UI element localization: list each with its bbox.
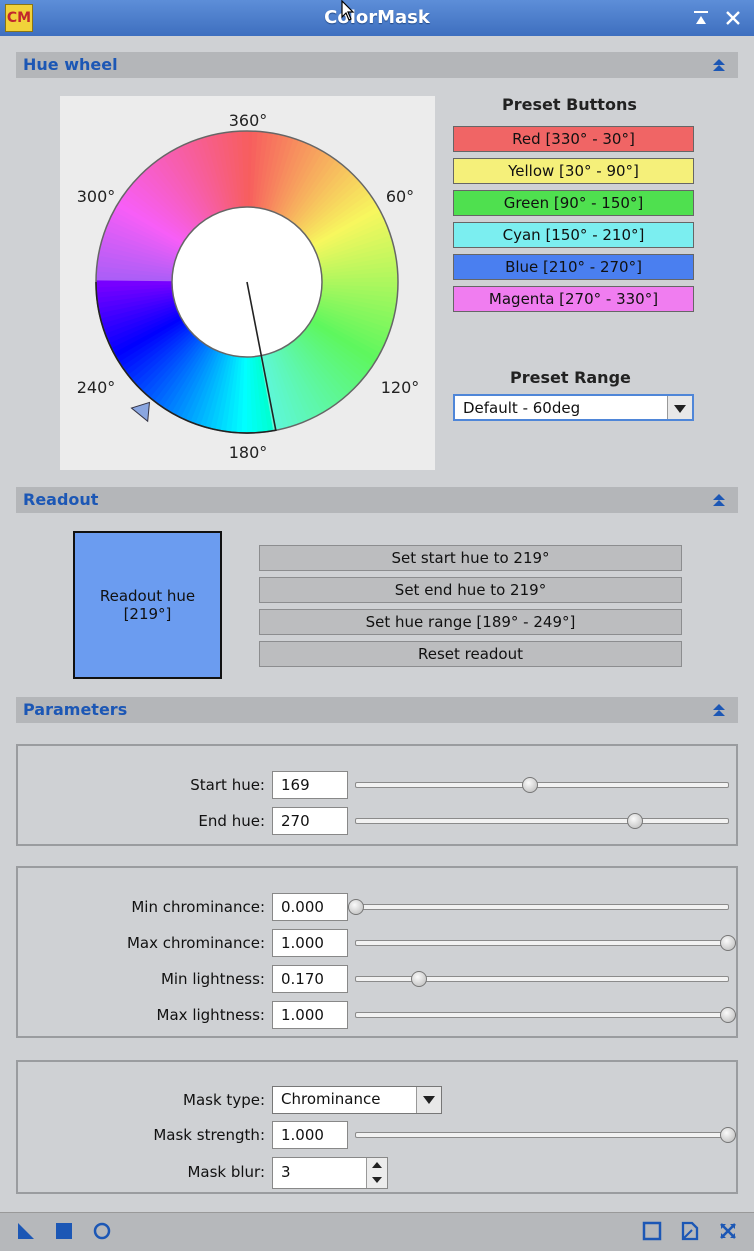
min-chrominance-slider[interactable] xyxy=(348,899,729,915)
min-chrominance-label: Min chrominance: xyxy=(131,898,265,916)
title-bar[interactable]: CM ColorMask xyxy=(0,0,754,37)
hue-label-120: 120° xyxy=(381,378,420,397)
collapse-up-icon[interactable] xyxy=(710,56,728,74)
min-chrominance-input[interactable]: 0.000 xyxy=(272,893,348,921)
max-lightness-input[interactable]: 1.000 xyxy=(272,1001,348,1029)
max-chrominance-slider[interactable] xyxy=(355,935,736,951)
hue-label-240: 240° xyxy=(77,378,116,397)
preset-range-select[interactable]: Default - 60deg xyxy=(453,394,694,421)
new-instance-icon[interactable] xyxy=(16,1221,36,1241)
spin-up-icon[interactable] xyxy=(366,1158,387,1174)
section-parameters[interactable]: Parameters xyxy=(16,697,738,723)
hue-group xyxy=(16,744,738,846)
hue-label-300: 300° xyxy=(77,187,116,206)
section-title: Hue wheel xyxy=(23,55,118,74)
slider-knob[interactable] xyxy=(348,899,364,915)
max-lightness-label: Max lightness: xyxy=(156,1006,265,1024)
collapse-up-icon[interactable] xyxy=(710,701,728,719)
mask-type-value: Chrominance xyxy=(281,1090,381,1108)
set-start-hue-button[interactable]: Set start hue to 219° xyxy=(259,545,682,571)
preset-magenta-button[interactable]: Magenta [270° - 330°] xyxy=(453,286,694,312)
preset-buttons-title: Preset Buttons xyxy=(502,95,637,114)
mask-blur-value[interactable]: 3 xyxy=(281,1163,291,1181)
max-chrominance-label: Max chrominance: xyxy=(126,934,265,952)
apply-icon[interactable] xyxy=(92,1221,112,1241)
max-lightness-slider[interactable] xyxy=(355,1007,736,1023)
min-lightness-input[interactable]: 0.170 xyxy=(272,965,348,993)
collapse-up-icon[interactable] xyxy=(710,491,728,509)
start-hue-input[interactable]: 169 xyxy=(272,771,348,799)
reset-icon[interactable] xyxy=(680,1221,700,1241)
mask-type-select[interactable]: Chrominance xyxy=(272,1086,442,1114)
preset-cyan-button[interactable]: Cyan [150° - 210°] xyxy=(453,222,694,248)
shade-icon[interactable] xyxy=(692,9,710,27)
min-lightness-label: Min lightness: xyxy=(160,970,265,988)
mask-strength-label: Mask strength: xyxy=(153,1126,265,1144)
mask-strength-slider[interactable] xyxy=(355,1127,736,1143)
min-lightness-slider[interactable] xyxy=(355,971,729,987)
readout-swatch-label: Readout hue xyxy=(99,587,196,605)
section-readout[interactable]: Readout xyxy=(16,487,738,513)
hue-label-180: 180° xyxy=(229,443,268,462)
mask-strength-input[interactable]: 1.000 xyxy=(272,1121,348,1149)
readout-swatch: Readout hue [219°] xyxy=(73,531,222,679)
readout-swatch-value: [219°] xyxy=(123,605,172,623)
hue-label-360: 360° xyxy=(229,111,268,130)
end-hue-input[interactable]: 270 xyxy=(272,807,348,835)
preset-range-title: Preset Range xyxy=(510,368,631,387)
close-icon[interactable] xyxy=(718,1221,738,1241)
chevron-down-icon[interactable] xyxy=(416,1087,441,1113)
close-window-icon[interactable] xyxy=(724,9,742,27)
section-title: Parameters xyxy=(23,700,128,719)
start-hue-slider[interactable] xyxy=(355,777,729,793)
slider-knob[interactable] xyxy=(720,1007,736,1023)
preset-red-button[interactable]: Red [330° - 30°] xyxy=(453,126,694,152)
slider-knob[interactable] xyxy=(720,935,736,951)
hue-label-60: 60° xyxy=(386,187,414,206)
end-hue-slider[interactable] xyxy=(355,813,729,829)
chevron-down-icon[interactable] xyxy=(667,396,692,419)
preset-range-value: Default - 60deg xyxy=(463,399,581,417)
mask-type-label: Mask type: xyxy=(183,1091,265,1109)
preset-green-button[interactable]: Green [90° - 150°] xyxy=(453,190,694,216)
section-title: Readout xyxy=(23,490,99,509)
browse-doc-icon[interactable] xyxy=(642,1221,662,1241)
window-title: ColorMask xyxy=(324,7,430,28)
mouse-cursor-icon xyxy=(341,0,355,21)
preset-yellow-button[interactable]: Yellow [30° - 90°] xyxy=(453,158,694,184)
end-hue-label: End hue: xyxy=(198,812,265,830)
mask-blur-label: Mask blur: xyxy=(187,1163,265,1181)
start-hue-label: Start hue: xyxy=(190,776,265,794)
set-end-hue-button[interactable]: Set end hue to 219° xyxy=(259,577,682,603)
slider-knob[interactable] xyxy=(627,813,643,829)
spin-down-icon[interactable] xyxy=(366,1173,387,1188)
apply-global-icon[interactable] xyxy=(54,1221,74,1241)
bottom-toolbar xyxy=(0,1212,754,1251)
hue-wheel[interactable]: 360° 60° 120° 180° 240° 300° xyxy=(60,96,435,470)
section-hue-wheel[interactable]: Hue wheel xyxy=(16,52,738,78)
slider-knob[interactable] xyxy=(720,1127,736,1143)
preset-blue-button[interactable]: Blue [210° - 270°] xyxy=(453,254,694,280)
readout-marker-icon xyxy=(130,401,151,423)
reset-readout-button[interactable]: Reset readout xyxy=(259,641,682,667)
max-chrominance-input[interactable]: 1.000 xyxy=(272,929,348,957)
hue-wheel-canvas[interactable]: 360° 60° 120° 180° 240° 300° xyxy=(60,96,435,470)
mask-blur-spinbox[interactable]: 3 xyxy=(272,1157,388,1189)
set-hue-range-button[interactable]: Set hue range [189° - 249°] xyxy=(259,609,682,635)
